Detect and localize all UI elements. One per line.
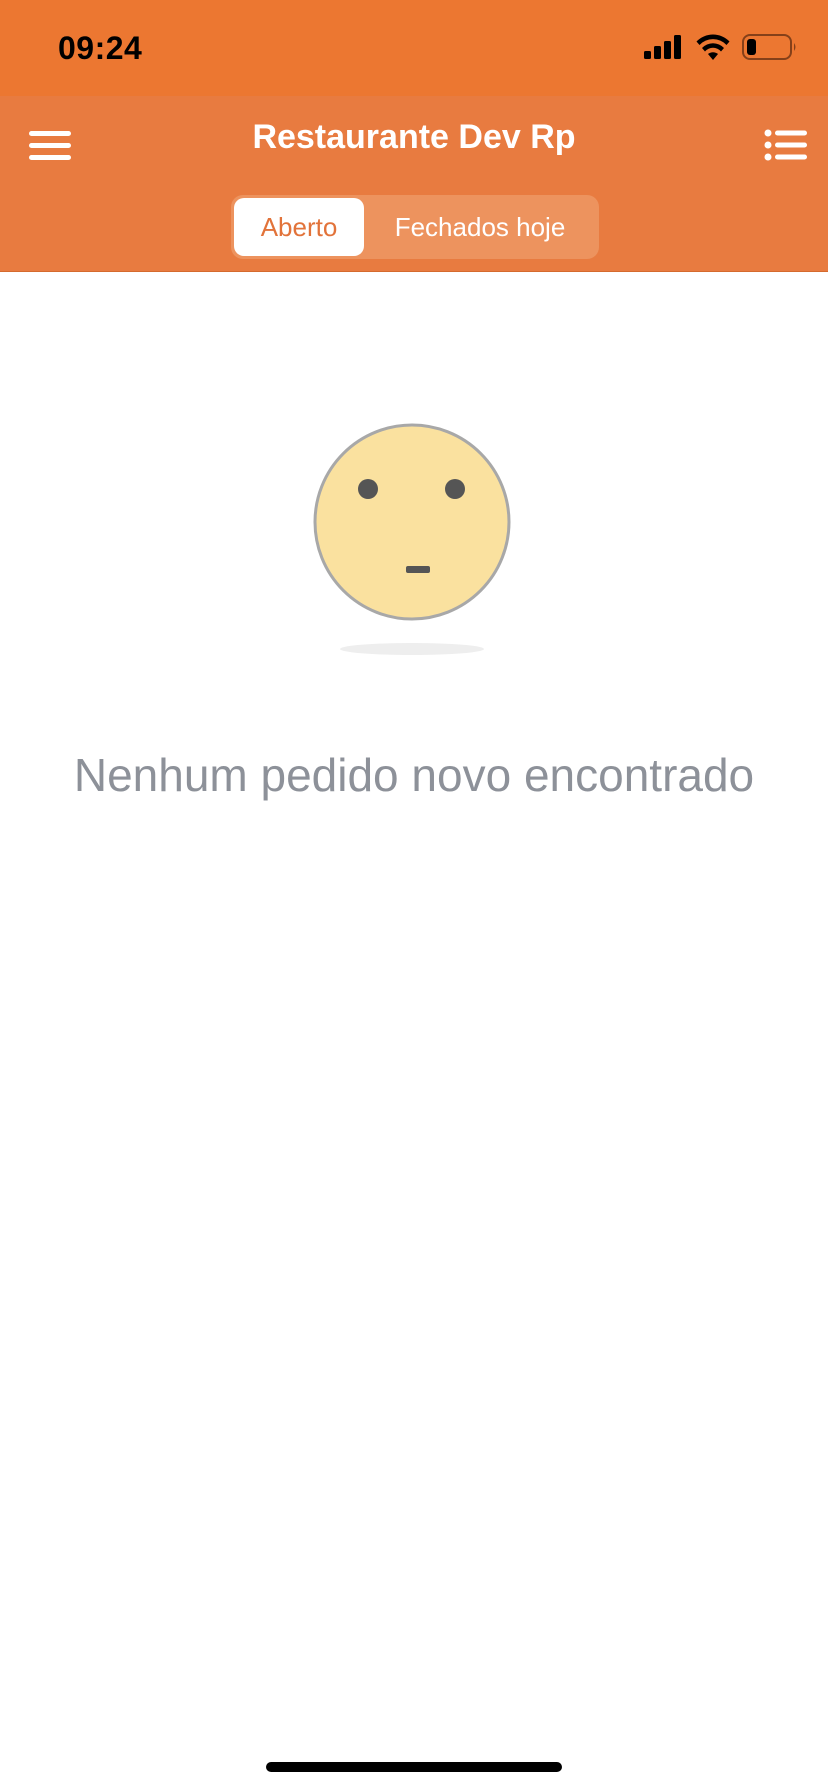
list-button[interactable] [764,124,808,168]
tab-fechados-hoje[interactable]: Fechados hoje [364,198,596,256]
signal-icon [644,35,681,59]
status-icons [644,34,798,60]
wifi-icon [696,34,730,60]
order-status-tabs: Aberto Fechados hoje [231,195,599,259]
status-time: 09:24 [58,30,143,66]
battery-icon [742,34,796,60]
status-bar: 09:24 [0,0,828,96]
neutral-face-icon [313,423,511,655]
page-title: Restaurante Dev Rp [252,118,576,156]
empty-state-message: Nenhum pedido novo encontrado [73,749,755,801]
empty-state-illustration [312,422,512,662]
list-icon [764,129,807,161]
nav-bar: Restaurante Dev Rp Aberto Fechados hoje [0,96,828,272]
home-indicator[interactable] [266,1762,562,1772]
tab-aberto[interactable]: Aberto [234,198,364,256]
app-screen: 09:24 Restaurante Dev Rp Aberto Fechados… [0,0,828,1792]
